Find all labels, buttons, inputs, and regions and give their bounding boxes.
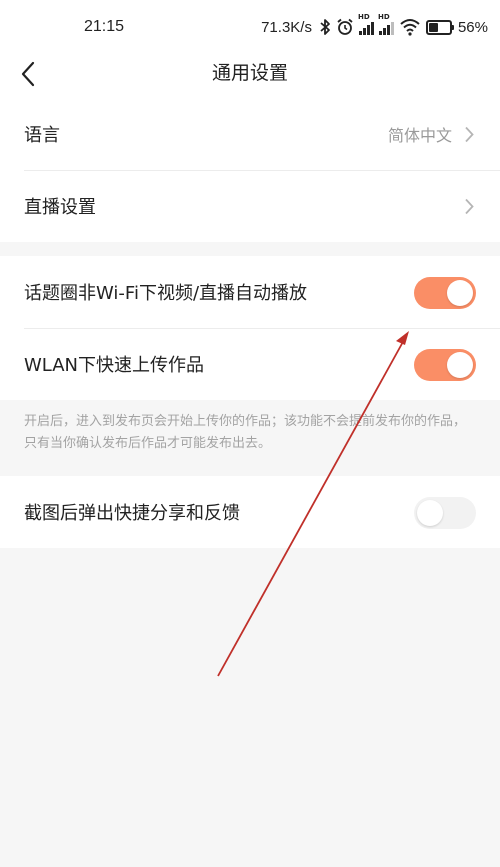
chevron-right-icon — [465, 126, 474, 143]
status-time: 21:15 — [84, 18, 125, 35]
network-speed: 71.3K/s — [261, 18, 312, 36]
screenshot-share-label: 截图后弹出快捷分享和反馈 — [24, 503, 240, 524]
screenshot-share-toggle[interactable] — [414, 497, 476, 529]
live-settings-label: 直播设置 — [24, 197, 96, 218]
language-setting-row[interactable]: 语言 简体中文 — [0, 98, 500, 170]
autoplay-label: 话题圈非Wi-Fi下视频/直播自动播放 — [24, 283, 308, 304]
bluetooth-icon — [320, 19, 330, 35]
settings-section-playback: 话题圈非Wi-Fi下视频/直播自动播放 WLAN下快速上传作品 — [0, 256, 500, 400]
battery-percent: 56% — [457, 18, 488, 36]
wlan-upload-setting-row: WLAN下快速上传作品 — [0, 328, 500, 400]
screenshot-share-setting-row: 截图后弹出快捷分享和反馈 — [0, 476, 500, 548]
toggle-knob — [447, 280, 473, 306]
battery-icon: 56% — [425, 18, 488, 36]
signal-badge-hd: HD — [357, 13, 370, 21]
settings-section-screenshot: 截图后弹出快捷分享和反馈 — [0, 476, 500, 548]
live-settings-row[interactable]: 直播设置 — [0, 170, 500, 242]
chevron-right-icon — [465, 198, 474, 215]
page-title: 通用设置 — [211, 62, 288, 84]
wifi-icon — [400, 19, 420, 36]
signal-badge-hd-secondary: HD — [377, 13, 390, 21]
settings-section-general: 语言 简体中文 直播设置 — [0, 98, 500, 242]
status-icons: 71.3K/s HD HD 56% — [261, 13, 488, 38]
signal-icon-secondary: HD — [378, 13, 394, 35]
autoplay-toggle[interactable] — [414, 277, 476, 309]
language-value: 简体中文 — [387, 126, 452, 145]
nav-bar: 通用设置 — [0, 54, 500, 98]
toggle-knob — [447, 352, 473, 378]
toggle-knob — [417, 500, 443, 526]
autoplay-setting-row: 话题圈非Wi-Fi下视频/直播自动播放 — [0, 256, 500, 328]
language-label: 语言 — [24, 125, 60, 146]
wlan-upload-label: WLAN下快速上传作品 — [24, 355, 205, 376]
signal-icon: HD — [358, 13, 374, 35]
upload-hint-text: 开启后，进入到发布页会开始上传你的作品；该功能不会提前发布你的作品，只有当你确认… — [24, 414, 467, 451]
upload-hint: 开启后，进入到发布页会开始上传你的作品；该功能不会提前发布你的作品，只有当你确认… — [0, 400, 500, 476]
status-bar: 21:15 71.3K/s HD HD 56% — [0, 0, 500, 54]
wlan-upload-toggle[interactable] — [414, 349, 476, 381]
alarm-icon — [337, 18, 353, 35]
